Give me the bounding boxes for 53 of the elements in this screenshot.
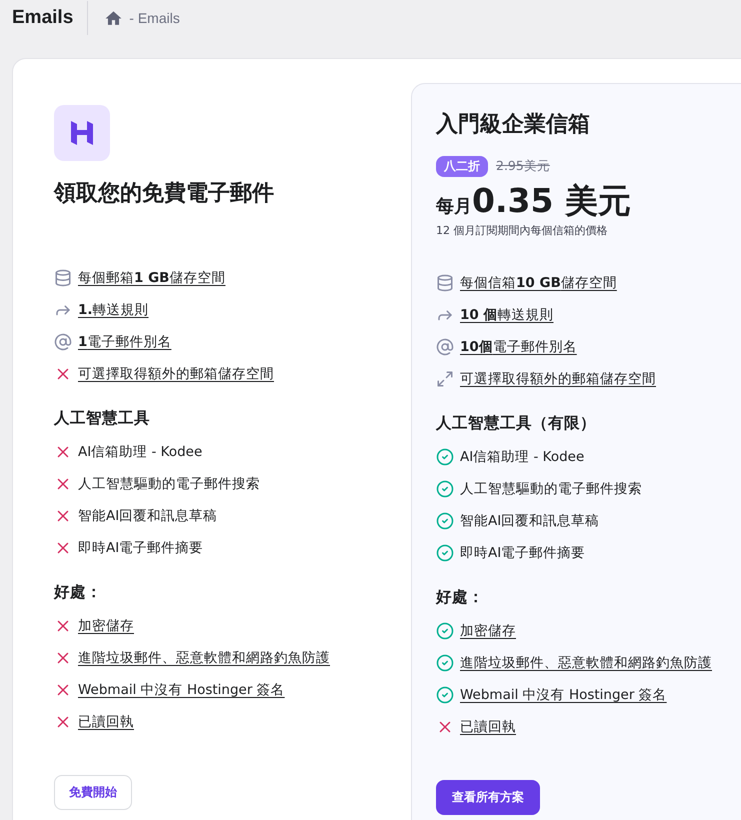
feature-text: 智能AI回覆和訊息草稿 — [460, 512, 600, 530]
at-sign-icon — [436, 338, 454, 356]
view-plans-button[interactable]: 查看所有方案 — [436, 780, 540, 815]
feature-text: AI信箱助理 - Kodee — [78, 443, 202, 461]
feature-link[interactable]: 已讀回執 — [460, 718, 516, 736]
check-circle-icon — [436, 654, 454, 672]
check-circle-icon — [436, 480, 454, 498]
storage-icon — [436, 274, 454, 292]
feature-link[interactable]: 進階垃圾郵件、惡意軟體和網路釣魚防護 — [78, 649, 330, 667]
feature-link[interactable]: 可選擇取得額外的郵箱儲存空間 — [78, 365, 274, 383]
feature-link[interactable]: 10 個轉送規則 — [460, 306, 554, 324]
plan-title: 入門級企業信箱 — [436, 111, 591, 139]
at-sign-icon — [54, 333, 72, 351]
feature-text: AI信箱助理 - Kodee — [460, 448, 584, 466]
feature-link[interactable]: 加密儲存 — [78, 617, 134, 635]
feature-text: 即時AI電子郵件摘要 — [460, 544, 586, 562]
storage-icon — [54, 269, 72, 287]
discount-badge: 八二折 — [436, 156, 488, 177]
feature-link[interactable]: 每個信箱10 GB儲存空間 — [460, 274, 617, 292]
expand-arrows-icon — [436, 370, 454, 388]
price-prefix: 每月 — [436, 195, 472, 218]
check-circle-icon — [436, 448, 454, 466]
old-price: 2.95美元 — [496, 158, 550, 175]
check-circle-icon — [436, 544, 454, 562]
feature-link[interactable]: 1電子郵件別名 — [78, 333, 172, 351]
feature-link[interactable]: 10個電子郵件別名 — [460, 338, 577, 356]
feature-link[interactable]: 1.轉送規則 — [78, 301, 149, 319]
section-heading: 好處： — [436, 587, 485, 608]
check-circle-icon — [436, 622, 454, 640]
feature-link[interactable]: 每個郵箱1 GB儲存空間 — [78, 269, 226, 287]
feature-link[interactable]: 加密儲存 — [460, 622, 516, 640]
page-title: Emails — [12, 1, 88, 35]
feature-link[interactable]: 已讀回執 — [78, 713, 134, 731]
feature-link[interactable]: Webmail 中沒有 Hostinger 簽名 — [78, 681, 285, 699]
feature-text: 即時AI電子郵件摘要 — [78, 539, 204, 557]
price: 0.35 美元 — [472, 181, 631, 221]
feature-text: 智能AI回覆和訊息草稿 — [78, 507, 218, 525]
feature-text: 人工智慧驅動的電子郵件搜索 — [460, 480, 642, 498]
price-note: 12 個月訂閱期間內每個信箱的價格 — [436, 223, 608, 238]
feature-link[interactable]: Webmail 中沒有 Hostinger 簽名 — [460, 686, 667, 704]
feature-link[interactable]: 進階垃圾郵件、惡意軟體和網路釣魚防護 — [460, 654, 712, 672]
section-heading: 人工智慧工具（有限） — [436, 413, 597, 434]
plan-title: 領取您的免費電子郵件 — [54, 180, 275, 208]
feature-text: 人工智慧驅動的電子郵件搜索 — [78, 475, 260, 493]
breadcrumb-text: - Emails — [129, 10, 180, 26]
section-heading: 好處： — [54, 582, 103, 603]
home-icon[interactable] — [104, 8, 124, 28]
check-circle-icon — [436, 512, 454, 530]
start-free-button[interactable]: 免費開始 — [54, 775, 132, 810]
section-heading: 人工智慧工具 — [54, 408, 151, 429]
logo-icon — [54, 105, 110, 161]
check-circle-icon — [436, 686, 454, 704]
feature-link[interactable]: 可選擇取得額外的郵箱儲存空間 — [460, 370, 656, 388]
